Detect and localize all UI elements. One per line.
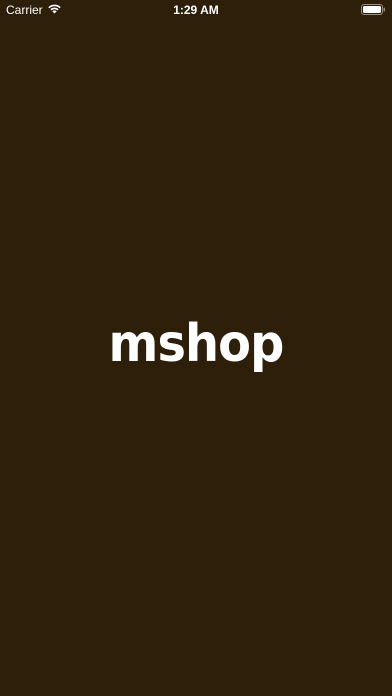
app-logo: mshop xyxy=(108,314,285,374)
status-bar: Carrier 1:29 AM xyxy=(0,0,392,20)
status-time: 1:29 AM xyxy=(173,3,219,17)
battery-icon xyxy=(361,4,385,15)
